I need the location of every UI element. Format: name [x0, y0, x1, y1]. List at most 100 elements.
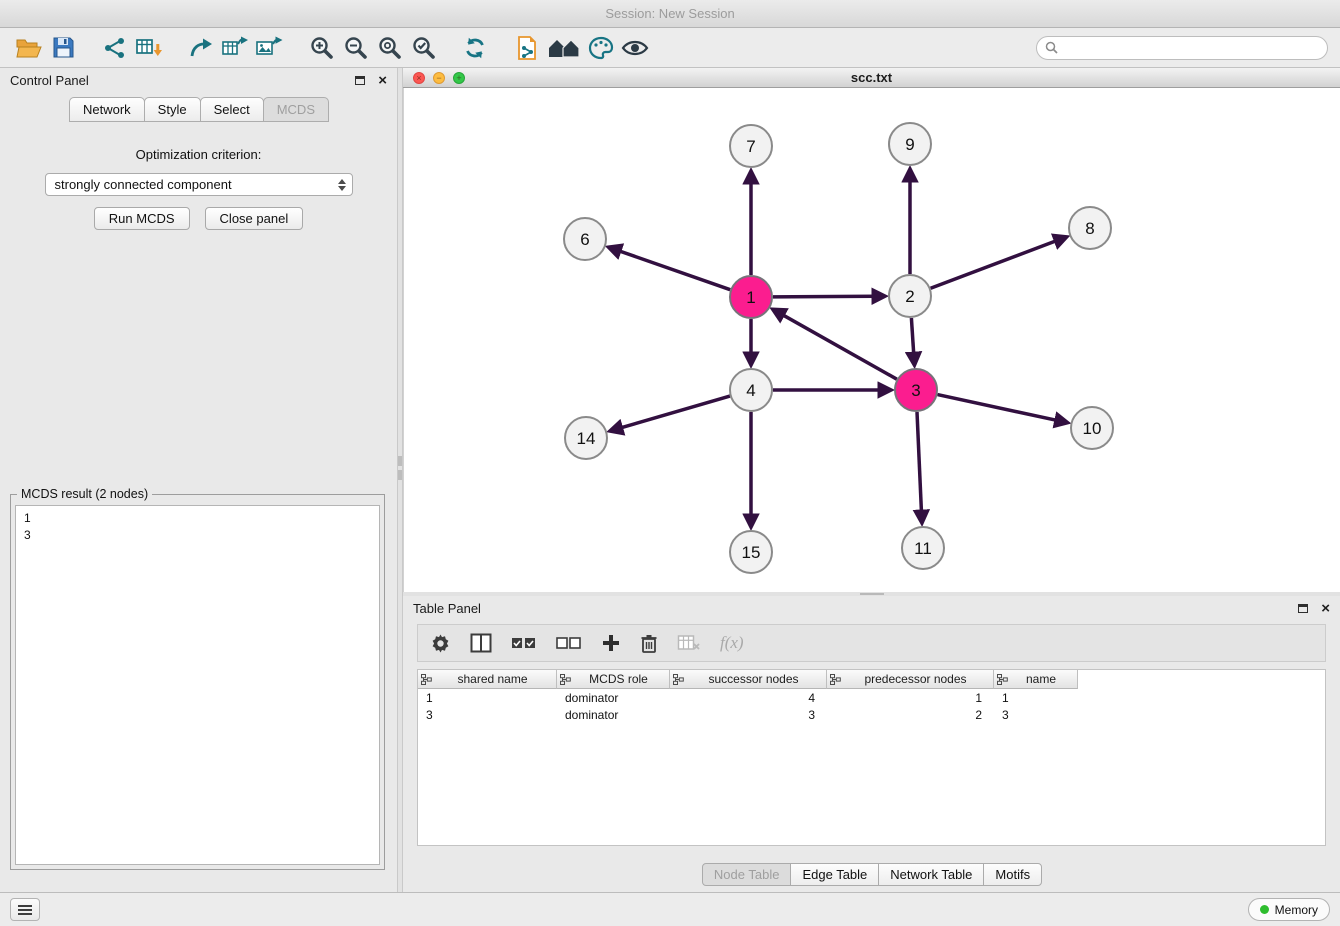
- graph-node-9[interactable]: 9: [889, 123, 931, 165]
- tab-network[interactable]: Network: [69, 97, 145, 122]
- cell-mcds-role[interactable]: dominator: [557, 689, 670, 706]
- delete-column-button[interactable]: [640, 633, 658, 654]
- export-table-button[interactable]: [218, 32, 252, 64]
- graph-node-6[interactable]: 6: [564, 218, 606, 260]
- open-file-button[interactable]: [12, 32, 46, 64]
- refresh-icon: [462, 35, 488, 61]
- splitter-grip[interactable]: [860, 593, 884, 595]
- float-panel-icon[interactable]: [355, 76, 365, 85]
- graph-node-3[interactable]: 3: [895, 369, 937, 411]
- menu-button[interactable]: [10, 898, 40, 921]
- splitter-grip[interactable]: [398, 456, 402, 466]
- export-network-button[interactable]: [184, 32, 218, 64]
- tab-mcds[interactable]: MCDS: [263, 97, 329, 122]
- apply-style-button[interactable]: [584, 32, 618, 64]
- float-panel-icon[interactable]: [1298, 604, 1308, 613]
- tab-edge-table[interactable]: Edge Table: [790, 863, 879, 886]
- add-column-button[interactable]: [601, 633, 621, 653]
- close-window-button[interactable]: ×: [413, 72, 425, 84]
- save-session-button[interactable]: [46, 32, 80, 64]
- delete-table-button[interactable]: [677, 634, 701, 652]
- graph-node-7[interactable]: 7: [730, 125, 772, 167]
- graph-edge-2-8[interactable]: [931, 240, 1058, 288]
- maximize-window-button[interactable]: +: [453, 72, 465, 84]
- close-panel-icon[interactable]: ×: [1321, 601, 1330, 616]
- tab-network-table[interactable]: Network Table: [878, 863, 984, 886]
- graph-edge-3-1[interactable]: [782, 314, 897, 379]
- function-builder-button[interactable]: f(x): [720, 633, 744, 653]
- hamburger-icon: [18, 905, 32, 907]
- select-all-button[interactable]: [511, 634, 537, 652]
- refresh-button[interactable]: [458, 32, 492, 64]
- mcds-result-line: 3: [24, 527, 371, 544]
- tab-node-table[interactable]: Node Table: [702, 863, 792, 886]
- table-panel-title: Table Panel: [413, 601, 481, 616]
- export-image-button[interactable]: [252, 32, 286, 64]
- cell-successor-nodes[interactable]: 4: [670, 689, 827, 706]
- close-panel-button[interactable]: Close panel: [205, 207, 304, 230]
- graph-edge-2-3[interactable]: [911, 318, 913, 355]
- tab-select[interactable]: Select: [200, 97, 264, 122]
- graph-node-label: 10: [1083, 419, 1102, 438]
- graph-node-14[interactable]: 14: [565, 417, 607, 459]
- criterion-dropdown[interactable]: strongly connected component: [45, 173, 353, 196]
- column-header-name[interactable]: name: [994, 670, 1078, 689]
- mcds-result-list: 1 3: [15, 505, 380, 865]
- home-icon: [547, 36, 581, 60]
- graph-node-10[interactable]: 10: [1071, 407, 1113, 449]
- deselect-all-button[interactable]: [556, 634, 582, 652]
- column-header-successor-nodes[interactable]: successor nodes: [670, 670, 827, 689]
- zoom-out-button[interactable]: [338, 32, 372, 64]
- mcds-result-line: 1: [24, 510, 371, 527]
- graph-node-2[interactable]: 2: [889, 275, 931, 317]
- graph-edge-1-2[interactable]: [773, 296, 875, 297]
- clone-network-button[interactable]: [510, 32, 544, 64]
- minimize-window-button[interactable]: −: [433, 72, 445, 84]
- graph-node-11[interactable]: 11: [902, 527, 944, 569]
- zoom-in-button[interactable]: [304, 32, 338, 64]
- graph-node-1[interactable]: 1: [730, 276, 772, 318]
- graph-edge-3-10[interactable]: [938, 395, 1058, 421]
- network-graph[interactable]: 7 9 6 8 1 2 4 3 10 14 15 11: [404, 88, 1340, 592]
- cell-name[interactable]: 3: [994, 706, 1078, 723]
- cell-mcds-role[interactable]: dominator: [557, 706, 670, 723]
- splitter-grip[interactable]: [398, 470, 402, 480]
- memory-button[interactable]: Memory: [1248, 898, 1330, 921]
- cell-successor-nodes[interactable]: 3: [670, 706, 827, 723]
- zoom-fit-button[interactable]: [372, 32, 406, 64]
- graph-node-4[interactable]: 4: [730, 369, 772, 411]
- graph-node-15[interactable]: 15: [730, 531, 772, 573]
- graph-node-8[interactable]: 8: [1069, 207, 1111, 249]
- application-window: Session: New Session: [0, 0, 1340, 926]
- node-table: shared name MCDS role successor nodes pr…: [417, 669, 1326, 846]
- search-box[interactable]: [1036, 36, 1328, 60]
- control-panel-header: Control Panel ×: [0, 68, 397, 92]
- import-table-button[interactable]: [132, 32, 166, 64]
- show-hide-button[interactable]: [618, 32, 652, 64]
- network-canvas[interactable]: 7 9 6 8 1 2 4 3 10 14 15 11: [403, 88, 1340, 592]
- column-header-shared-name[interactable]: shared name: [418, 670, 557, 689]
- home-button[interactable]: [544, 32, 584, 64]
- table-row[interactable]: 1 dominator 4 1 1: [418, 689, 1325, 706]
- cell-predecessor-nodes[interactable]: 1: [827, 689, 994, 706]
- search-input[interactable]: [1063, 41, 1319, 55]
- run-mcds-button[interactable]: Run MCDS: [94, 207, 190, 230]
- column-header-predecessor-nodes[interactable]: predecessor nodes: [827, 670, 994, 689]
- cell-shared-name[interactable]: 3: [418, 706, 557, 723]
- cell-predecessor-nodes[interactable]: 2: [827, 706, 994, 723]
- graph-edge-1-6[interactable]: [618, 251, 730, 290]
- show-columns-button[interactable]: [470, 633, 492, 653]
- tab-motifs[interactable]: Motifs: [983, 863, 1042, 886]
- table-settings-button[interactable]: [430, 633, 451, 654]
- import-network-button[interactable]: [98, 32, 132, 64]
- table-row[interactable]: 3 dominator 3 2 3: [418, 706, 1325, 723]
- zoom-selected-button[interactable]: [406, 32, 440, 64]
- tab-style[interactable]: Style: [144, 97, 201, 122]
- graph-edge-3-11[interactable]: [917, 412, 922, 513]
- column-header-mcds-role[interactable]: MCDS role: [557, 670, 670, 689]
- hamburger-icon: [18, 909, 32, 911]
- cell-shared-name[interactable]: 1: [418, 689, 557, 706]
- graph-edge-4-14[interactable]: [620, 396, 730, 428]
- cell-name[interactable]: 1: [994, 689, 1078, 706]
- close-panel-icon[interactable]: ×: [378, 73, 387, 88]
